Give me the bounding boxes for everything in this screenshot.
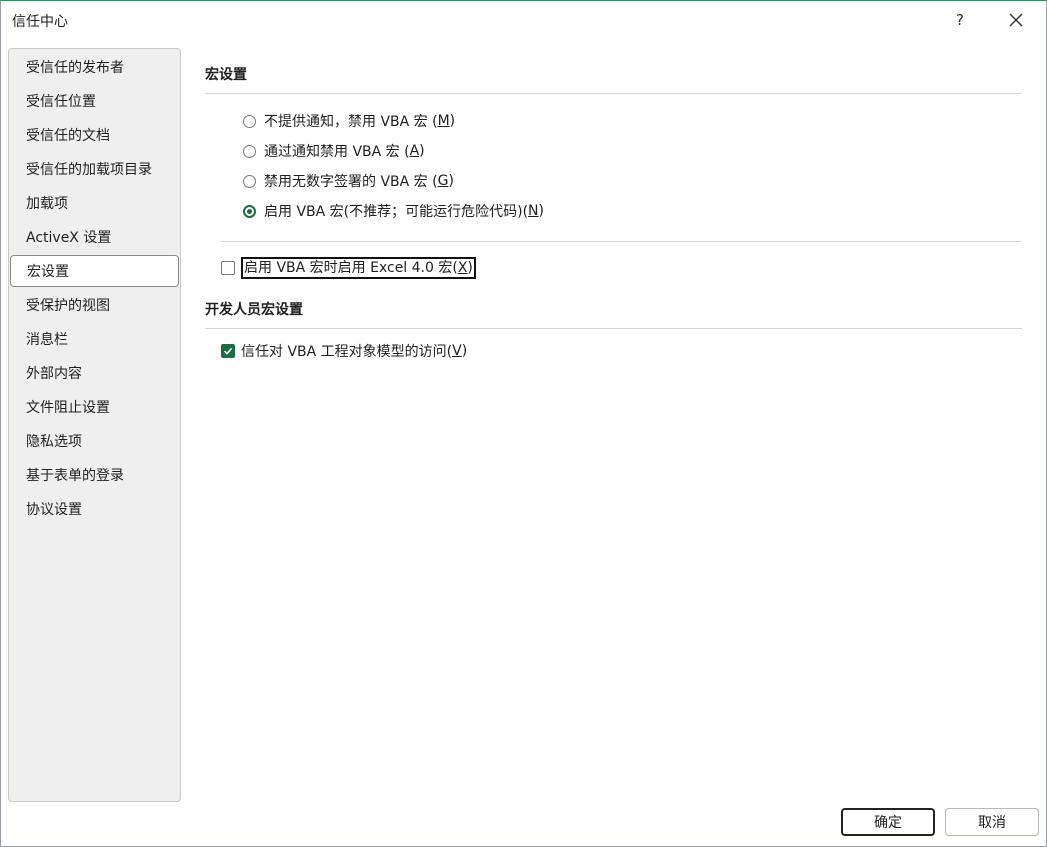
access-key: X (457, 260, 468, 276)
sidebar-item-label: 基于表单的登录 (26, 468, 124, 484)
radio-disable-no-notification[interactable]: 不提供通知，禁用 VBA 宏 (M) (243, 110, 455, 132)
developer-macro-settings-heading: 开发人员宏设置 (205, 302, 303, 318)
checkbox-label: 信任对 VBA 工程对象模型的访问( (241, 344, 453, 360)
checkbox-label-tail: ) (461, 343, 468, 359)
sidebar-item-label: 受保护的视图 (26, 298, 110, 314)
close-button[interactable] (1003, 7, 1029, 33)
cancel-button[interactable]: 取消 (945, 808, 1039, 836)
sidebar: 受信任的发布者 受信任位置 受信任的文档 受信任的加载项目录 加载项 Activ… (8, 48, 181, 802)
radio-button[interactable] (243, 174, 256, 188)
option-label: 不提供通知，禁用 VBA 宏 ( (264, 114, 438, 130)
sidebar-item-label: 受信任的发布者 (26, 60, 124, 76)
sidebar-item-message-bar[interactable]: 消息栏 (10, 323, 178, 355)
sidebar-item-privacy-options[interactable]: 隐私选项 (10, 425, 178, 457)
access-key: G (437, 173, 449, 189)
sidebar-item-label: 外部内容 (26, 366, 82, 382)
sidebar-item-label: ActiveX 设置 (26, 230, 112, 246)
checkbox-label: 启用 VBA 宏时启用 Excel 4.0 宏( (244, 260, 458, 276)
sidebar-item-label: 宏设置 (27, 264, 69, 280)
radio-button[interactable] (243, 144, 256, 158)
sidebar-item-label: 消息栏 (26, 332, 68, 348)
option-label-tail: ) (419, 143, 425, 159)
radio-button-selected[interactable] (243, 204, 256, 218)
sidebar-item-label: 加载项 (26, 196, 68, 212)
sidebar-item-trusted-locations[interactable]: 受信任位置 (10, 85, 178, 117)
sidebar-item-label: 受信任的文档 (26, 128, 110, 144)
title-bar: 信任中心 ? (1, 1, 1046, 41)
sidebar-item-trusted-documents[interactable]: 受信任的文档 (10, 119, 178, 151)
sidebar-item-activex-settings[interactable]: ActiveX 设置 (10, 221, 178, 253)
radio-disable-with-notification[interactable]: 通过通知禁用 VBA 宏 (A) (243, 140, 425, 162)
checkbox[interactable] (221, 261, 235, 275)
sidebar-item-protected-view[interactable]: 受保护的视图 (10, 289, 178, 321)
ok-button-label: 确定 (874, 815, 902, 831)
trust-center-dialog: 信任中心 ? 受信任的发布者 受信任位置 受信任的文档 受信任的加载项目录 加载… (0, 0, 1047, 847)
option-label-tail: ) (538, 203, 544, 219)
sidebar-item-trusted-addin-catalogs[interactable]: 受信任的加载项目录 (10, 153, 178, 185)
sidebar-item-addins[interactable]: 加载项 (10, 187, 178, 219)
option-label-tail: ) (448, 173, 454, 189)
checkbox-label-tail: ) (467, 260, 473, 276)
sidebar-item-label: 协议设置 (26, 502, 82, 518)
option-label: 启用 VBA 宏(不推荐；可能运行危险代码)( (264, 204, 529, 220)
option-label-tail: ) (449, 113, 456, 129)
divider (221, 241, 1022, 242)
sidebar-item-file-block-settings[interactable]: 文件阻止设置 (10, 391, 178, 423)
divider (205, 93, 1022, 94)
checkmark-icon (223, 347, 233, 355)
access-key: N (528, 203, 539, 219)
focus-ring: 启用 VBA 宏时启用 Excel 4.0 宏(X) (241, 257, 476, 279)
cancel-button-label: 取消 (978, 815, 1006, 831)
checkbox-enable-excel4-macros[interactable]: 启用 VBA 宏时启用 Excel 4.0 宏(X) (221, 257, 476, 279)
access-key: M (437, 113, 450, 129)
dialog-title: 信任中心 (12, 14, 68, 30)
access-key: A (409, 143, 420, 159)
sidebar-item-macro-settings[interactable]: 宏设置 (10, 255, 179, 287)
radio-button[interactable] (243, 114, 256, 128)
sidebar-item-label: 受信任位置 (26, 94, 96, 110)
help-button[interactable]: ? (947, 7, 973, 33)
checkbox-trust-vba-object-model[interactable]: 信任对 VBA 工程对象模型的访问(V) (221, 340, 467, 362)
sidebar-item-label: 隐私选项 (26, 434, 82, 450)
sidebar-item-label: 文件阻止设置 (26, 400, 110, 416)
sidebar-item-form-based-signin[interactable]: 基于表单的登录 (10, 459, 178, 491)
sidebar-item-label: 受信任的加载项目录 (26, 162, 152, 178)
sidebar-item-protocol-settings[interactable]: 协议设置 (10, 493, 178, 525)
help-icon: ? (956, 11, 964, 29)
option-label: 通过通知禁用 VBA 宏 ( (264, 144, 410, 160)
close-icon (1009, 13, 1023, 27)
radio-enable-all-macros[interactable]: 启用 VBA 宏(不推荐；可能运行危险代码)(N) (243, 200, 544, 222)
sidebar-item-external-content[interactable]: 外部内容 (10, 357, 178, 389)
macro-settings-heading: 宏设置 (205, 67, 247, 83)
ok-button[interactable]: 确定 (841, 808, 935, 836)
sidebar-item-trusted-publishers[interactable]: 受信任的发布者 (10, 51, 178, 83)
radio-disable-unsigned[interactable]: 禁用无数字签署的 VBA 宏 (G) (243, 170, 454, 192)
divider (205, 328, 1022, 329)
access-key: V (452, 343, 462, 359)
checkbox-checked[interactable] (221, 344, 235, 358)
option-label: 禁用无数字签署的 VBA 宏 ( (264, 174, 438, 190)
